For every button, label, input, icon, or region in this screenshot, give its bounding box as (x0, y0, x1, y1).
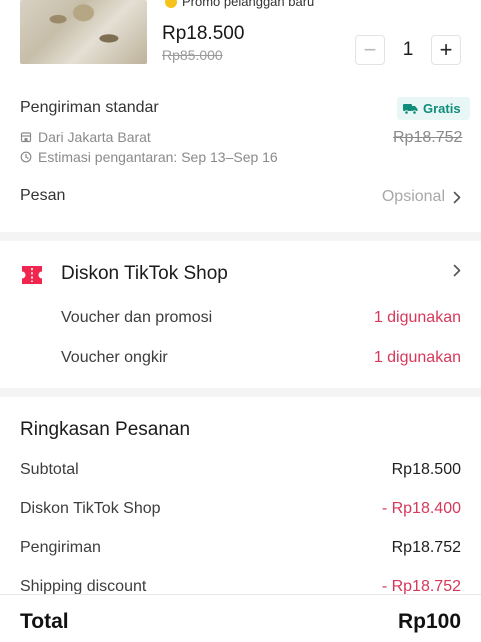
summary-row-value: Rp18.752 (391, 539, 461, 556)
voucher-promo-value[interactable]: 1 digunakan (374, 309, 461, 327)
increase-quantity-button[interactable]: + (431, 35, 461, 65)
shipping-original-price: Rp18.752 (393, 129, 463, 146)
store-icon (20, 132, 32, 143)
shipping-method-title: Pengiriman standar (20, 99, 159, 116)
shipping-origin-text: Dari Jakarta Barat (38, 129, 151, 145)
summary-row-label: Pengiriman (20, 539, 101, 556)
total-value: Rp100 (397, 610, 461, 633)
section-divider (0, 232, 481, 241)
free-shipping-label: Gratis (423, 101, 461, 116)
order-summary-title: Ringkasan Pesanan (20, 419, 191, 440)
message-label: Pesan (20, 187, 66, 204)
message-placeholder: Opsional (381, 188, 445, 205)
promo-coin-icon (165, 0, 177, 8)
voucher-icon (20, 264, 44, 291)
shipping-estimate-text: Estimasi pengantaran: Sep 13–Sep 16 (38, 149, 278, 165)
shipping-estimate: Estimasi pengantaran: Sep 13–Sep 16 (20, 149, 278, 165)
voucher-shipping-label: Voucher ongkir (61, 349, 168, 366)
discount-section-title: Diskon TikTok Shop (61, 263, 228, 284)
chevron-right-icon (453, 264, 461, 277)
total-label: Total (20, 610, 69, 633)
promo-badge-label: Promo pelanggan baru (182, 0, 315, 9)
chevron-right-icon (453, 191, 461, 203)
product-original-price: Rp85.000 (162, 47, 223, 63)
quantity-stepper: − 1 + (355, 34, 461, 66)
shipping-origin: Dari Jakarta Barat (20, 129, 151, 145)
discount-expand-button[interactable] (453, 264, 461, 282)
voucher-promo-label: Voucher dan promosi (61, 309, 213, 326)
free-shipping-badge: Gratis (397, 97, 470, 120)
decrease-quantity-button[interactable]: − (355, 35, 385, 65)
truck-icon (403, 103, 418, 115)
voucher-shipping-value[interactable]: 1 digunakan (374, 349, 461, 367)
summary-row-value: - Rp18.400 (381, 500, 461, 517)
promo-badge: Promo pelanggan baru (165, 0, 314, 9)
product-image[interactable] (20, 0, 147, 64)
section-divider (0, 388, 481, 397)
clock-icon (20, 151, 32, 163)
message-field[interactable]: Opsional (382, 188, 461, 206)
summary-row-label: Diskon TikTok Shop (20, 500, 161, 517)
quantity-value[interactable]: 1 (385, 39, 431, 61)
summary-row-label: Subtotal (20, 461, 79, 478)
summary-row-value: Rp18.500 (391, 461, 461, 478)
product-price: Rp18.500 (162, 23, 245, 44)
